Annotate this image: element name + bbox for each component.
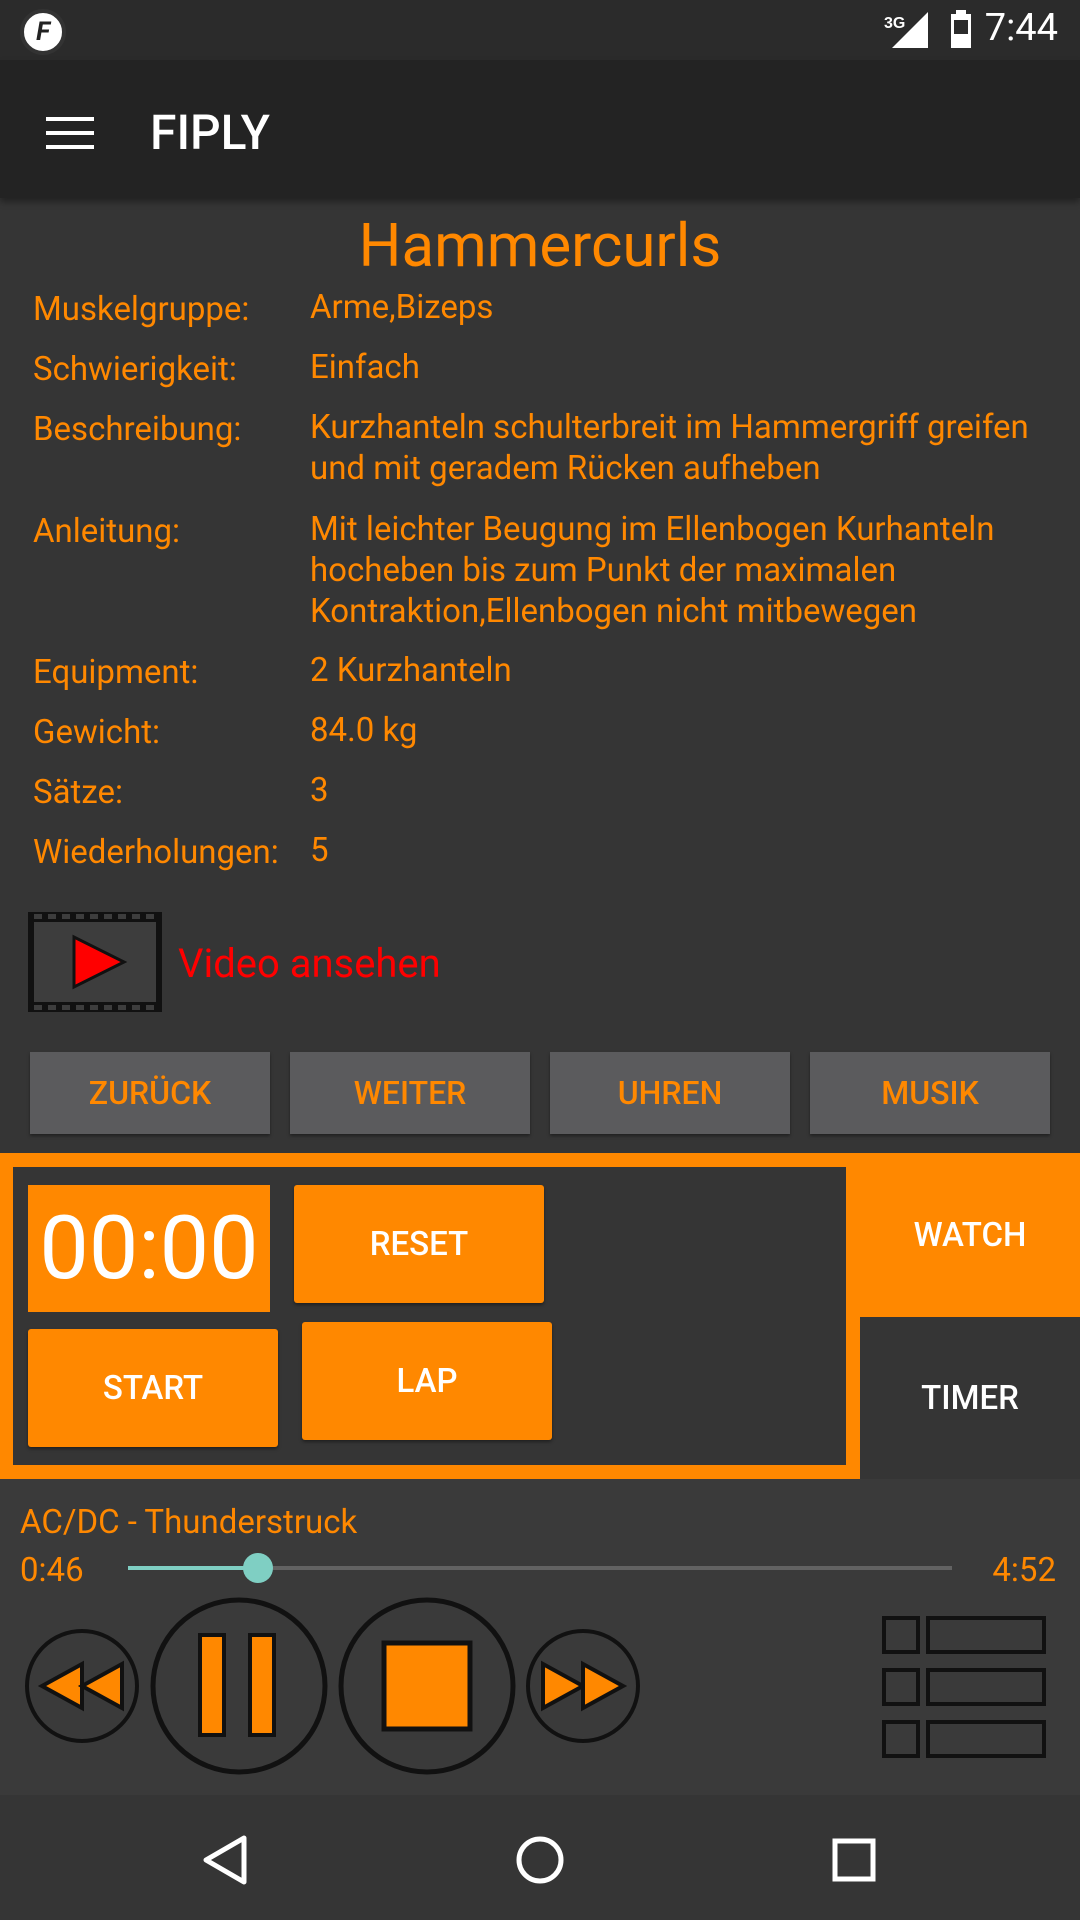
tab-watch[interactable]: WATCH (860, 1153, 1080, 1317)
home-nav-icon[interactable] (514, 1834, 566, 1886)
start-button[interactable]: START (28, 1329, 278, 1447)
field-value: 84.0 kg (310, 711, 418, 750)
field-value: Arme,Bizeps (310, 288, 494, 327)
time-total: 4:52 (992, 1551, 1056, 1590)
field-label: Sätze: (33, 773, 123, 812)
app-bar: FIPLY (0, 60, 1080, 198)
svg-text:3G: 3G (884, 15, 905, 32)
signal-icon: 3G (884, 12, 928, 48)
field-label: Muskelgruppe: (33, 290, 250, 329)
stopwatch-time: 00:00 (28, 1185, 270, 1312)
field-value: 5 (310, 831, 329, 870)
back-button[interactable]: ZURÜCK (30, 1052, 270, 1134)
back-nav-icon[interactable] (200, 1834, 252, 1886)
seek-bar-progress (128, 1566, 259, 1570)
field-label: Gewicht: (33, 713, 161, 752)
field-label: Anleitung: (33, 512, 181, 551)
film-video-icon[interactable] (28, 912, 162, 1012)
field-value: Kurzhanteln schulterbreit im Hammergriff… (310, 408, 1029, 488)
field-label: Equipment: (33, 653, 199, 692)
hamburger-menu-icon[interactable] (46, 117, 94, 151)
music-button[interactable]: MUSIK (810, 1052, 1050, 1134)
battery-icon (951, 10, 971, 48)
field-label: Schwierigkeit: (33, 350, 237, 389)
field-value: 3 (310, 771, 329, 810)
pause-icon[interactable] (150, 1597, 328, 1775)
stop-icon[interactable] (338, 1597, 516, 1775)
seek-thumb[interactable] (243, 1553, 274, 1583)
clocks-button[interactable]: UHREN (550, 1052, 790, 1134)
rewind-icon[interactable] (24, 1628, 140, 1744)
playlist-icon[interactable] (880, 1614, 1050, 1760)
time-elapsed: 0:46 (20, 1551, 84, 1590)
exercise-title: Hammercurls (358, 210, 722, 281)
fiply-logo-icon: F (20, 9, 66, 55)
track-title: AC/DC - Thunderstruck (20, 1503, 358, 1542)
status-time: 7:44 (984, 6, 1058, 50)
video-link[interactable]: Video ansehen (178, 940, 441, 987)
field-label: Beschreibung: (33, 410, 242, 449)
field-value: 2 Kurzhanteln (310, 651, 512, 690)
field-label: Wiederholungen: (33, 833, 279, 872)
app-title: FIPLY (150, 104, 270, 161)
reset-button[interactable]: RESET (294, 1185, 544, 1303)
field-value: Einfach (310, 348, 420, 387)
next-button[interactable]: WEITER (290, 1052, 530, 1134)
field-value: Mit leichter Beugung im Ellenbogen Kurha… (310, 510, 995, 631)
fast-forward-icon[interactable] (525, 1628, 641, 1744)
tab-timer[interactable]: TIMER (860, 1317, 1080, 1479)
recents-nav-icon[interactable] (830, 1836, 878, 1884)
lap-button[interactable]: LAP (302, 1322, 552, 1440)
